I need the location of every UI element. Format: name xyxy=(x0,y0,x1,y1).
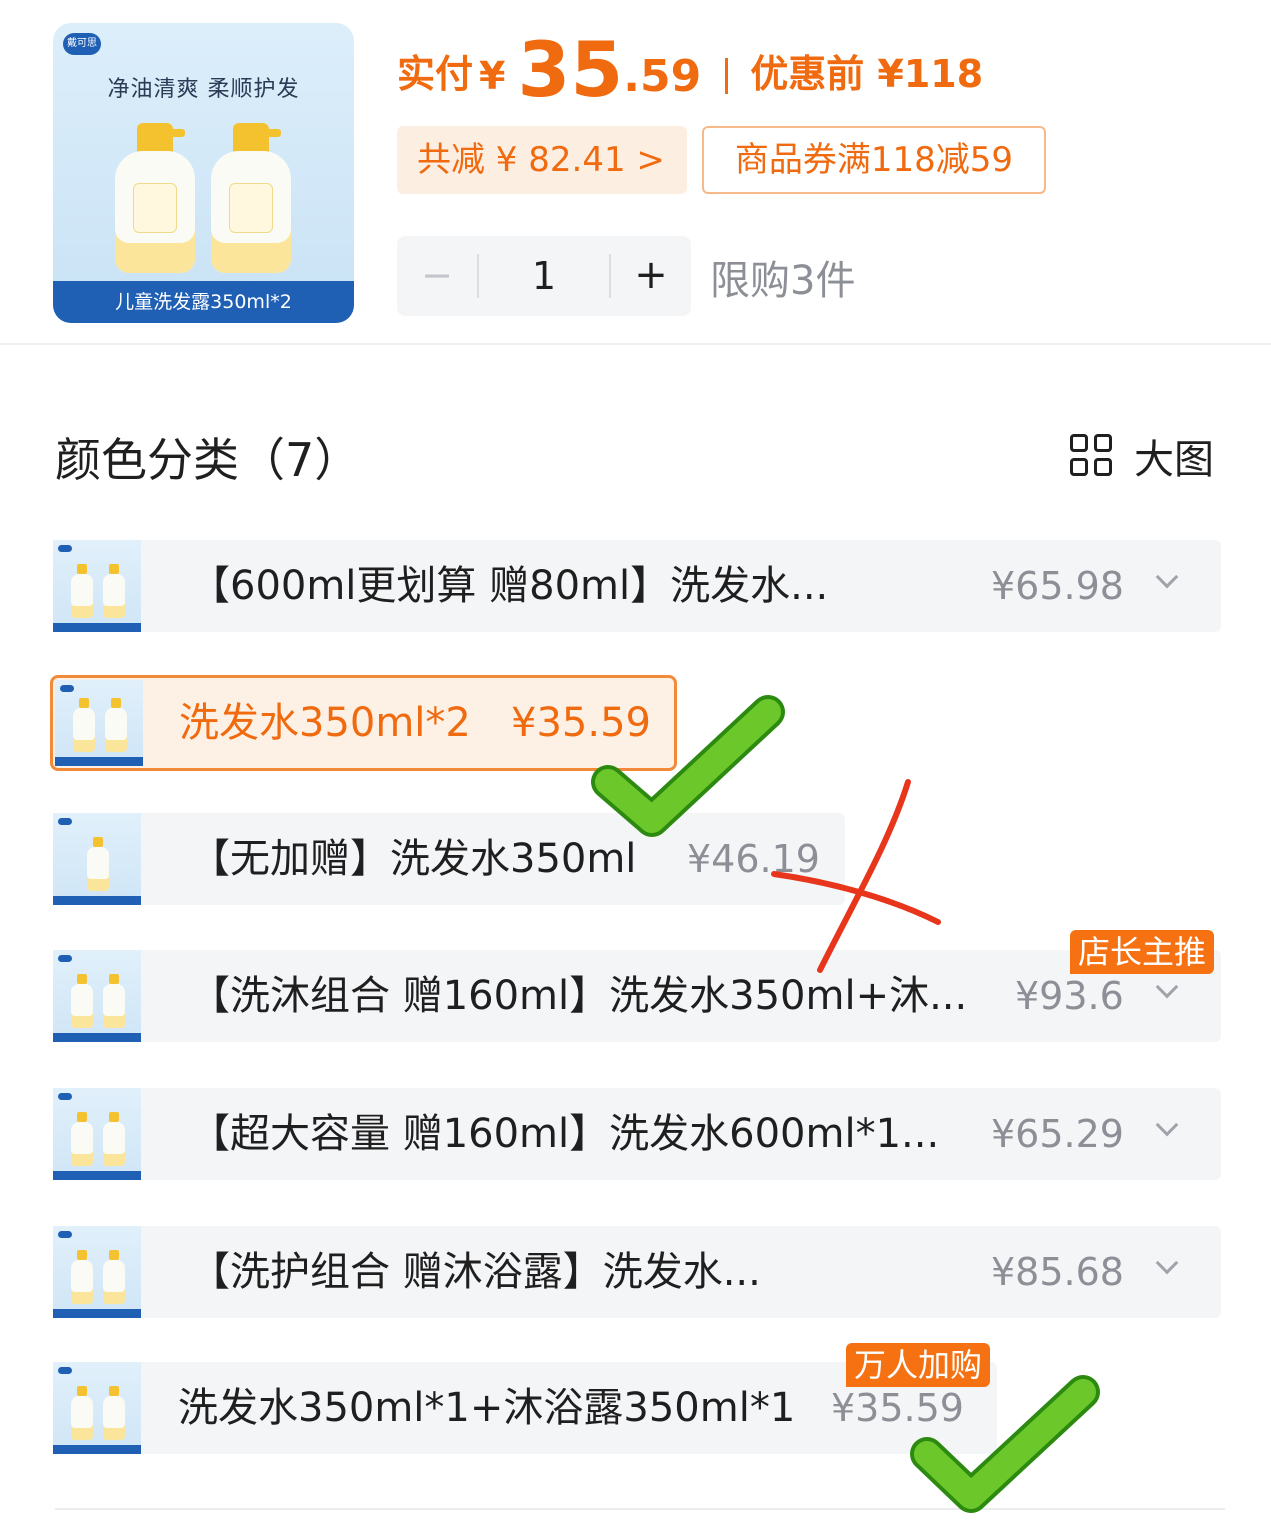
sku-price: ¥85.68 xyxy=(991,1250,1124,1294)
cross-mark-icon xyxy=(771,779,941,973)
paid-label: 实付 xyxy=(397,52,474,96)
coupon-chip[interactable]: 商品券满118减59 xyxy=(702,126,1046,194)
sku-thumbnail xyxy=(55,680,143,766)
product-image[interactable]: 戴可思 净油清爽 柔顺护发 儿童洗发露350ml*2 xyxy=(53,23,354,323)
sku-label: 【无加赠】洗发水350ml xyxy=(190,836,637,882)
sku-price: ¥65.98 xyxy=(991,564,1124,608)
sku-label: 【洗护组合 赠沐浴露】洗发水... xyxy=(190,1249,761,1295)
sku-thumbnail xyxy=(53,950,141,1042)
sku-thumbnail xyxy=(53,540,141,632)
sku-label: 【超大容量 赠160ml】洗发水600ml*1... xyxy=(190,1111,940,1157)
bottle-illustration xyxy=(115,123,195,273)
sku-label: 【600ml更划算 赠80ml】洗发水... xyxy=(190,563,829,609)
chevron-down-icon[interactable] xyxy=(1147,540,1187,620)
original-price: 优惠前 ¥118 xyxy=(750,52,984,96)
divider xyxy=(0,343,1271,345)
sku-option[interactable]: 【600ml更划算 赠80ml】洗发水... ¥65.98 xyxy=(53,540,1221,632)
quantity-value[interactable]: 1 xyxy=(479,236,609,316)
sku-option[interactable]: 【超大容量 赠160ml】洗发水600ml*1... ¥65.29 xyxy=(53,1088,1221,1180)
sku-option[interactable]: 【洗护组合 赠沐浴露】洗发水... ¥85.68 xyxy=(53,1226,1221,1318)
big-view-label: 大图 xyxy=(1134,437,1214,483)
brand-logo: 戴可思 xyxy=(63,33,101,55)
sku-thumbnail xyxy=(53,813,141,905)
sku-label: 洗发水350ml*2 xyxy=(179,700,471,746)
grid-icon xyxy=(1070,434,1114,478)
chevron-down-icon[interactable] xyxy=(1147,1226,1187,1306)
recommend-badge: 店长主推 xyxy=(1070,930,1215,974)
big-view-toggle[interactable]: 大图 xyxy=(1070,432,1214,483)
product-caption: 儿童洗发露350ml*2 xyxy=(53,281,354,323)
sku-thumbnail xyxy=(53,1226,141,1318)
sku-price: ¥65.29 xyxy=(991,1112,1124,1156)
paid-price-decimal: .59 xyxy=(623,51,702,102)
price-row: 实付 ¥ 35 .59 优惠前 ¥118 xyxy=(397,28,983,108)
paid-price-integer: 35 xyxy=(517,25,624,114)
discount-chip[interactable]: 共减 ¥ 82.41 > xyxy=(397,126,687,194)
purchase-limit: 限购3件 xyxy=(710,258,856,304)
sku-label: 洗发水350ml*1+沐浴露350ml*1 xyxy=(178,1385,796,1431)
bottle-illustration xyxy=(211,123,291,273)
increment-button[interactable]: + xyxy=(611,236,691,316)
sku-option[interactable]: 【洗沐组合 赠160ml】洗发水350ml+沐... ¥93.6 xyxy=(53,950,1221,1042)
product-tagline: 净油清爽 柔顺护发 xyxy=(107,77,300,102)
price-separator xyxy=(725,58,729,94)
currency-symbol: ¥ xyxy=(479,54,506,98)
quantity-stepper: − 1 + xyxy=(397,236,691,316)
sku-thumbnail xyxy=(53,1088,141,1180)
sku-thumbnail xyxy=(53,1362,141,1454)
section-title: 颜色分类（7） xyxy=(55,433,361,487)
check-mark-icon xyxy=(910,1375,1100,1513)
chevron-down-icon[interactable] xyxy=(1147,1088,1187,1168)
sku-option-selected[interactable]: 洗发水350ml*2 ¥35.59 xyxy=(50,675,677,771)
decrement-button[interactable]: − xyxy=(397,236,477,316)
